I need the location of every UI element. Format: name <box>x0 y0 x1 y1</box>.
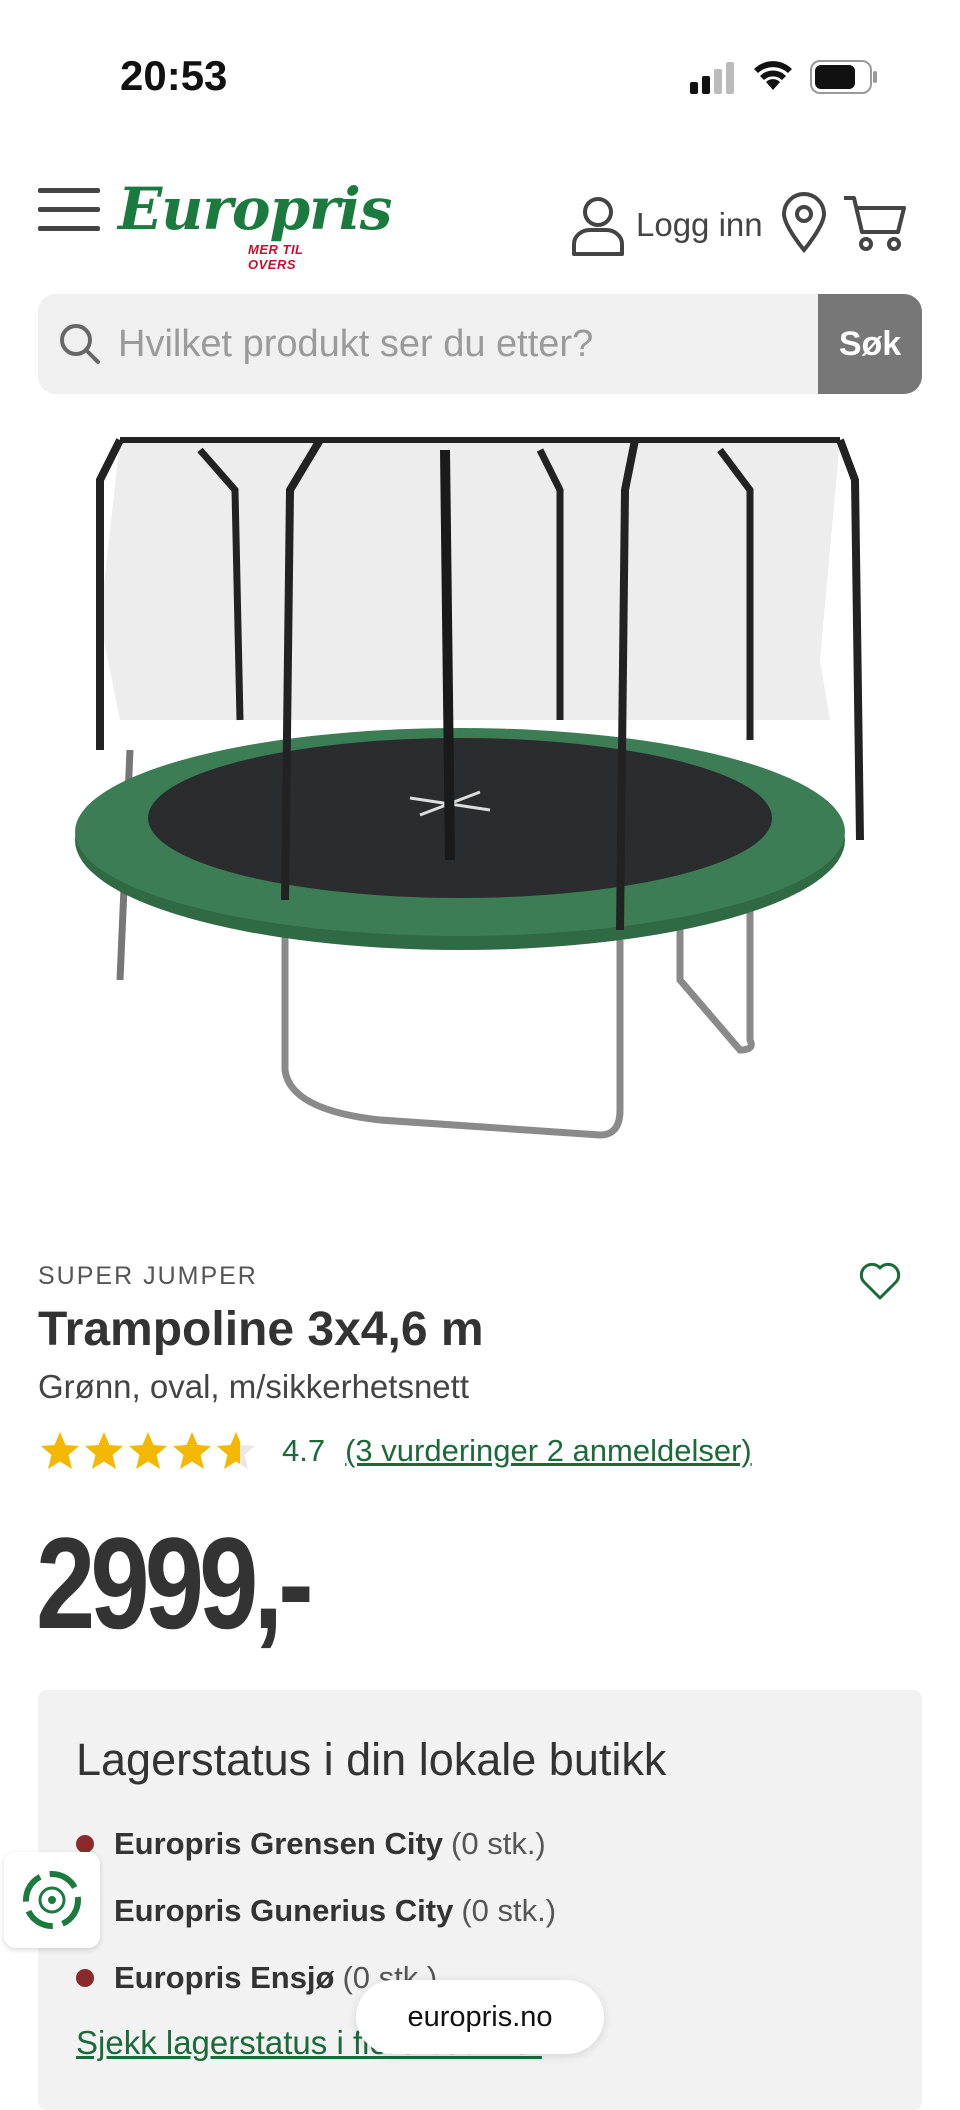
product-image[interactable] <box>60 420 900 1160</box>
store-name: Europris Ensjø <box>114 1959 335 1995</box>
search-bar: Søk <box>38 294 922 394</box>
hamburger-menu-icon[interactable] <box>38 188 100 232</box>
store-quantity: (0 stk.) <box>451 1825 546 1861</box>
url-text: europris.no <box>407 2000 553 2033</box>
list-item: Europris Gunerius City (0 stk.) <box>76 1877 556 1944</box>
search-input[interactable] <box>118 294 838 394</box>
product-price: 2999,- <box>36 1510 314 1656</box>
status-time: 20:53 <box>120 52 228 99</box>
product-rating: 4.7 (3 vurderinger 2 anmeldelser) <box>38 1426 752 1476</box>
stock-status-dot <box>76 1834 94 1853</box>
store-locator-icon[interactable] <box>780 192 828 254</box>
heart-icon[interactable] <box>858 1262 902 1302</box>
rating-value: 4.7 <box>282 1433 326 1468</box>
list-item: Europris Grensen City (0 stk.) <box>76 1810 556 1877</box>
shopping-cart-icon[interactable] <box>842 192 908 254</box>
product-brand: SUPER JUMPER <box>38 1262 258 1290</box>
recycle-badge[interactable] <box>4 1852 100 1948</box>
status-bar: 20:53 <box>0 0 960 120</box>
europris-logo[interactable]: Europris MER TIL OVERS <box>118 175 392 272</box>
reviews-link[interactable]: (3 vurderinger 2 anmeldelser) <box>345 1433 752 1469</box>
browser-url-bar[interactable]: europris.no <box>356 1980 604 2054</box>
store-name: Europris Grensen City <box>114 1825 444 1861</box>
product-subtitle: Grønn, oval, m/sikkerhetsnett <box>38 1368 469 1405</box>
logo-text: Europris <box>118 175 392 243</box>
site-header: Europris MER TIL OVERS Logg inn <box>0 170 960 272</box>
star-icon <box>173 1432 211 1469</box>
login-label: Logg inn <box>636 206 763 243</box>
battery-icon <box>810 60 877 94</box>
recycle-icon <box>23 1871 81 1929</box>
store-name: Europris Gunerius City <box>114 1892 454 1928</box>
store-quantity: (0 stk.) <box>461 1892 557 1928</box>
rating-stars <box>38 1430 258 1472</box>
search-icon <box>60 324 100 364</box>
star-half-icon <box>217 1432 255 1469</box>
star-icon <box>129 1432 167 1469</box>
stock-status-dot <box>76 1968 94 1987</box>
star-icon <box>41 1432 79 1469</box>
product-title: Trampoline 3x4,6 m <box>38 1303 484 1356</box>
star-icon <box>85 1432 123 1469</box>
cellular-signal-icon <box>690 62 734 94</box>
stock-title: Lagerstatus i din lokale butikk <box>76 1734 667 1785</box>
login-button[interactable]: Logg inn <box>570 190 763 260</box>
search-button[interactable]: Søk <box>818 294 922 394</box>
logo-tagline: MER TIL OVERS <box>248 242 304 272</box>
wifi-icon <box>754 61 792 90</box>
user-icon <box>572 197 624 256</box>
